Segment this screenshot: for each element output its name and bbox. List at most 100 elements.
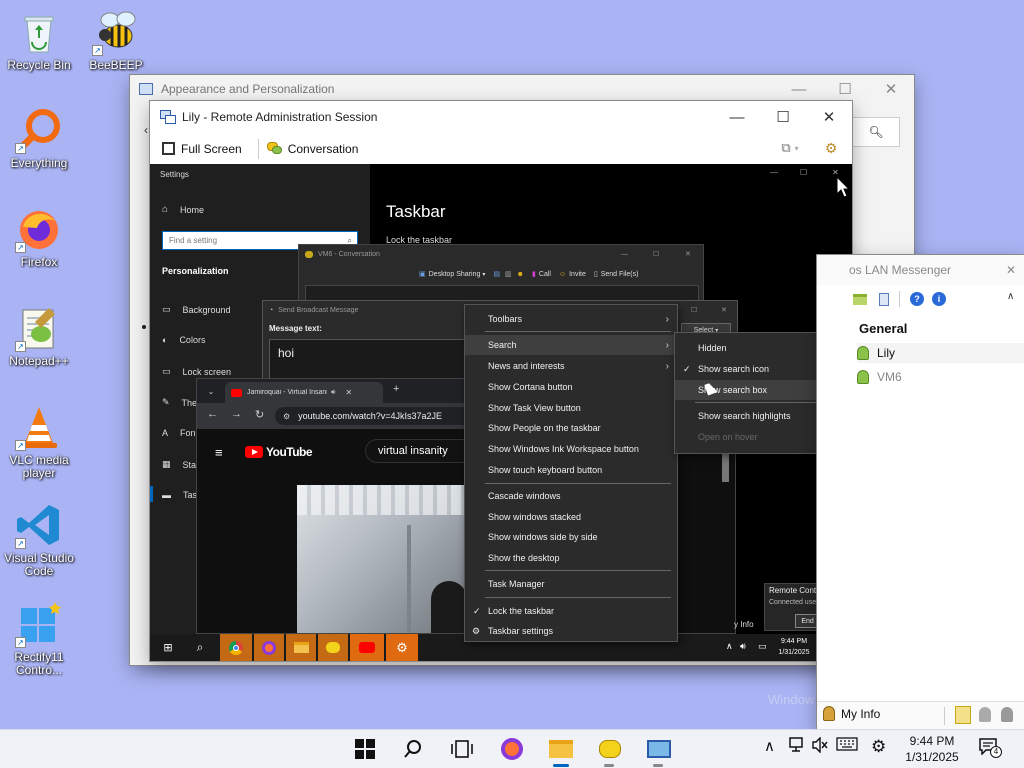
settings-min-button[interactable]: —: [770, 168, 778, 177]
maximize-button[interactable]: ☐: [760, 101, 806, 133]
remote-settings-icon[interactable]: ⚙: [386, 634, 418, 661]
remote-titlebar[interactable]: Lily - Remote Administration Session — ☐…: [150, 101, 852, 133]
minimize-button[interactable]: —: [621, 251, 628, 258]
reload-icon[interactable]: ↻: [255, 408, 264, 421]
submenu-item-show-search-icon[interactable]: ✓ Show search icon: [675, 359, 835, 379]
new-tab-button[interactable]: +: [393, 383, 399, 395]
taskbar-messenger[interactable]: [594, 733, 626, 765]
desktop-icon-notepadpp[interactable]: ↗ Notepad++: [1, 304, 77, 368]
lan-messenger-window[interactable]: os LAN Messenger ✕ ? i ∧ General Lily VM…: [817, 255, 1024, 729]
speaker-muted-icon[interactable]: [811, 736, 829, 757]
settings-nav-start[interactable]: ▦ Sta: [162, 459, 196, 470]
close-button[interactable]: ✕: [721, 306, 727, 314]
taskbar-control-panel[interactable]: [643, 733, 675, 765]
settings-gear-icon[interactable]: ⚙: [871, 737, 886, 757]
lan-user-lily[interactable]: Lily: [857, 343, 1024, 363]
tab-close-icon[interactable]: ✕: [345, 388, 352, 397]
youtube-search-box[interactable]: virtual insanity ›: [365, 439, 475, 463]
hamburger-menu-icon[interactable]: ≡: [215, 445, 223, 460]
task-view-button[interactable]: [446, 733, 478, 765]
remote-session-window[interactable]: Lily - Remote Administration Session — ☐…: [150, 101, 852, 661]
settings-nav-themes[interactable]: ✎ The: [162, 397, 197, 408]
control-panel-search-button[interactable]: 🔍︎: [852, 117, 900, 147]
menu-item-news-and-interests[interactable]: News and interests ›: [465, 356, 677, 376]
lan-user-vm6[interactable]: VM6: [857, 367, 1024, 387]
start-button[interactable]: [349, 733, 381, 765]
remote-explorer-icon[interactable]: [286, 634, 316, 661]
send-files-button[interactable]: Send File(s): [601, 271, 639, 278]
site-info-icon[interactable]: ⚙: [283, 412, 290, 421]
forward-arrow-icon[interactable]: →: [231, 408, 242, 420]
close-button[interactable]: ✕: [868, 75, 914, 103]
help-icon[interactable]: ?: [910, 292, 924, 306]
remote-chrome-icon[interactable]: [220, 634, 252, 661]
submenu-item-show-search-highlights[interactable]: Show search highlights: [675, 406, 835, 426]
tab-search-button[interactable]: ⌄: [203, 383, 219, 399]
menu-item-show-task-view-button[interactable]: Show Task View button: [465, 398, 677, 418]
open-folder-icon[interactable]: [853, 293, 867, 305]
close-button[interactable]: ✕: [1006, 263, 1016, 277]
remote-settings-button[interactable]: ⚙: [818, 136, 844, 160]
menu-item-cascade-windows[interactable]: Cascade windows: [465, 486, 677, 506]
youtube-logo[interactable]: YouTube: [245, 445, 313, 459]
minimize-button[interactable]: —: [776, 75, 822, 103]
settings-nav-colors[interactable]: ◐ Colors: [162, 335, 205, 345]
menu-item-show-windows-side-by-side[interactable]: Show windows side by side: [465, 527, 677, 547]
lan-titlebar[interactable]: os LAN Messenger ✕: [817, 255, 1024, 285]
settings-nav-lock-screen[interactable]: ▭ Lock screen: [162, 366, 231, 377]
remote-tray-chevron-icon[interactable]: ∧: [726, 641, 733, 652]
history-icon[interactable]: [879, 292, 889, 306]
youtube-video-player[interactable]: [297, 485, 467, 633]
remote-speaker-icon[interactable]: 🔊︎: [740, 641, 746, 652]
menu-item-show-people[interactable]: Show People on the taskbar: [465, 418, 677, 438]
browser-scrollbar-thumb[interactable]: [722, 452, 729, 482]
maximize-button[interactable]: ☐: [653, 250, 659, 258]
close-button[interactable]: ✕: [806, 101, 852, 133]
control-panel-back-arrow-icon[interactable]: ‹: [144, 123, 148, 137]
maximize-button[interactable]: ☐: [691, 306, 697, 314]
settings-home[interactable]: ⌂ Home: [162, 204, 204, 215]
menu-item-toolbars[interactable]: Toolbars ›: [465, 309, 677, 329]
collapse-icon[interactable]: ∧: [1007, 291, 1014, 302]
desktop-icon-recycle-bin[interactable]: Recycle Bin: [1, 8, 77, 72]
notification-center-button[interactable]: 4: [978, 737, 1002, 758]
conversation-button[interactable]: Conversation: [266, 137, 358, 161]
close-button[interactable]: ✕: [685, 250, 691, 258]
menu-item-show-touch-keyboard[interactable]: Show touch keyboard button: [465, 460, 677, 480]
menu-item-task-manager[interactable]: Task Manager: [465, 574, 677, 594]
desktop-icon-firefox[interactable]: ↗ Firefox: [1, 205, 77, 269]
menu-item-show-ink-workspace[interactable]: Show Windows Ink Workspace button: [465, 439, 677, 459]
remote-screen[interactable]: Settings — ☐ ✕ ⌂ Home Find a setting ⌕ P…: [150, 164, 852, 661]
search-submenu[interactable]: Hidden ✓ Show search icon Show search box…: [674, 332, 836, 454]
my-info-button[interactable]: My Info: [823, 706, 880, 721]
taskbar-file-explorer[interactable]: [545, 733, 577, 765]
desktop-icon-vscode[interactable]: ↗ Visual Studio Code: [1, 501, 77, 578]
minimize-button[interactable]: —: [714, 101, 760, 133]
history-icon[interactable]: ▥: [505, 270, 512, 278]
desktop-icon-beebeep[interactable]: ↗ BeeBEEP: [78, 8, 154, 72]
settings-max-button[interactable]: ☐: [800, 168, 807, 177]
network-icon[interactable]: [788, 737, 806, 757]
status-online-icon[interactable]: [955, 706, 971, 724]
taskbar-clock[interactable]: 9:44 PM 1/31/2025: [898, 733, 966, 765]
menu-item-show-cortana-button[interactable]: Show Cortana button: [465, 377, 677, 397]
menu-item-show-the-desktop[interactable]: Show the desktop: [465, 548, 677, 568]
full-screen-button[interactable]: Full Screen: [162, 137, 242, 161]
invite-button[interactable]: Invite: [569, 271, 586, 278]
remote-clock[interactable]: 9:44 PM 1/31/2025: [772, 636, 816, 658]
taskbar-firefox[interactable]: [496, 733, 528, 765]
settings-nav-background[interactable]: ▭ Background: [162, 304, 231, 315]
vm-conversation-titlebar[interactable]: VM6 - Conversation — ☐ ✕: [299, 245, 705, 263]
speaker-icon[interactable]: 🔊︎: [331, 389, 335, 397]
keyboard-icon[interactable]: [836, 737, 858, 755]
submenu-item-show-search-box[interactable]: Show search box: [675, 380, 835, 400]
status-offline-icon[interactable]: [1001, 707, 1013, 722]
emoticon-icon[interactable]: ☻: [517, 271, 524, 278]
remote-chat-icon[interactable]: [318, 634, 348, 661]
files-icon[interactable]: ▤: [493, 270, 500, 278]
taskbar-search-button[interactable]: [397, 733, 429, 765]
remote-firefox-icon[interactable]: [254, 634, 284, 661]
menu-item-search[interactable]: Search ›: [465, 335, 677, 355]
submenu-item-hidden[interactable]: Hidden: [675, 338, 835, 358]
maximize-button[interactable]: ☐: [822, 75, 868, 103]
